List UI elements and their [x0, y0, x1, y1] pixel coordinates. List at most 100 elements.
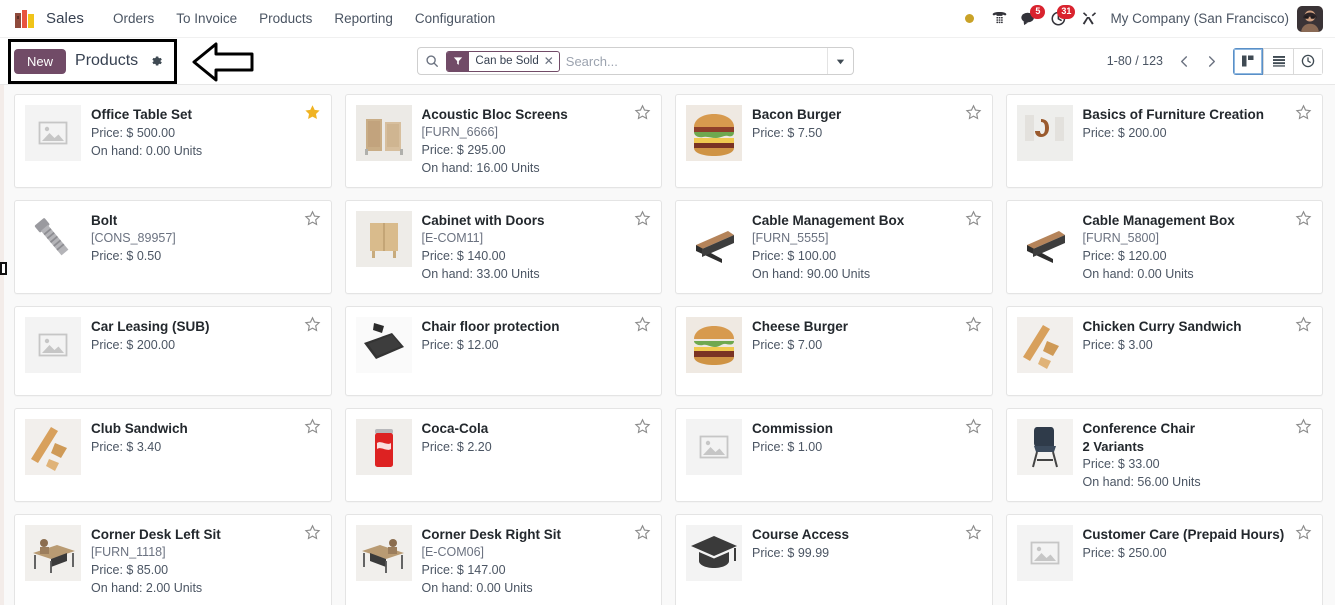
menu-to-invoice[interactable]: To Invoice	[165, 7, 248, 30]
product-info: Cable Management Box [FURN_5555] Price: …	[752, 211, 982, 283]
chevron-right-icon[interactable]	[1198, 48, 1225, 74]
phone-dialpad-icon[interactable]	[984, 4, 1014, 34]
product-name: Corner Desk Left Sit	[91, 527, 221, 542]
product-card[interactable]: Customer Care (Prepaid Hours) Price: $ 2…	[1005, 514, 1323, 605]
pager-range[interactable]: 1-80 / 123	[1107, 54, 1163, 68]
breadcrumb[interactable]: Products	[75, 52, 138, 70]
room-divider-screen	[355, 105, 412, 161]
product-price: Price: $ 2.20	[421, 440, 492, 454]
product-info: Corner Desk Left Sit [FURN_1118] Price: …	[91, 525, 321, 597]
chevron-down-icon[interactable]	[827, 48, 853, 74]
product-info: Coca-Cola Price: $ 2.20	[422, 419, 652, 491]
chair-photo	[1016, 419, 1073, 475]
close-icon[interactable]: ✕	[543, 55, 559, 67]
wrench-tools-icon[interactable]	[1074, 4, 1104, 34]
product-card[interactable]: Corner Desk Right Sit [E-COM06] Price: $…	[344, 514, 662, 605]
star-outline-icon[interactable]	[634, 316, 651, 337]
chevron-left-icon[interactable]	[1171, 48, 1198, 74]
sandwich-photo	[25, 419, 81, 475]
product-name: Course Access	[752, 527, 850, 542]
product-card[interactable]: Chicken Curry Sandwich Price: $ 3.00	[1005, 306, 1323, 396]
product-price: Price: $ 3.00	[1082, 338, 1153, 352]
product-onhand: On hand: 90.00 Units	[752, 267, 871, 281]
new-button[interactable]: New	[14, 48, 67, 74]
panel-toggle-handle[interactable]	[0, 262, 7, 275]
product-card[interactable]: Acoustic Bloc Screens [FURN_6666] Price:…	[344, 94, 662, 188]
product-code: [FURN_5555]	[752, 231, 829, 245]
view-list[interactable]	[1263, 47, 1293, 75]
company-name[interactable]: My Company (San Francisco)	[1110, 11, 1289, 26]
odoo-logo-icon[interactable]	[14, 9, 36, 29]
product-card[interactable]: Chair floor protection Price: $ 12.00	[344, 306, 662, 396]
product-card[interactable]: Cabinet with Doors [E-COM11] Price: $ 14…	[344, 200, 662, 294]
product-name: Cable Management Box	[752, 213, 905, 228]
star-outline-icon[interactable]	[634, 524, 651, 545]
star-outline-icon[interactable]	[634, 104, 651, 125]
view-activity[interactable]	[1293, 47, 1323, 75]
product-name: Commission	[752, 421, 834, 436]
star-outline-icon[interactable]	[965, 104, 982, 125]
product-card[interactable]: Club Sandwich Price: $ 3.40	[14, 408, 332, 502]
image-placeholder-icon	[686, 419, 742, 475]
product-price: Price: $ 295.00	[421, 143, 506, 157]
star-outline-icon[interactable]	[965, 210, 982, 231]
menu-products[interactable]: Products	[248, 7, 323, 30]
search-facet-can-be-sold[interactable]: Can be Sold ✕	[446, 50, 560, 72]
activities-count-badge: 31	[1057, 4, 1076, 19]
presence-status-icon[interactable]	[954, 4, 984, 34]
chat-bubble-icon[interactable]: 5	[1014, 4, 1046, 34]
star-outline-icon[interactable]	[304, 524, 321, 545]
star-outline-icon[interactable]	[304, 210, 321, 231]
control-panel: New Products Can be Sold ✕ Search... 1-8…	[0, 38, 1335, 85]
product-price: Price: $ 1.00	[752, 440, 823, 454]
menu-configuration[interactable]: Configuration	[404, 7, 506, 30]
product-code: [FURN_6666]	[421, 125, 498, 139]
product-info: Cable Management Box [FURN_5800] Price: …	[1083, 211, 1313, 283]
product-price: Price: $ 250.00	[1082, 546, 1167, 560]
product-name: Acoustic Bloc Screens	[421, 107, 568, 122]
product-card[interactable]: Corner Desk Left Sit [FURN_1118] Price: …	[14, 514, 332, 605]
product-onhand: On hand: 33.00 Units	[421, 267, 540, 281]
user-avatar[interactable]	[1297, 5, 1323, 32]
product-card[interactable]: Cable Management Box [FURN_5800] Price: …	[1005, 200, 1323, 294]
product-card[interactable]: Basics of Furniture Creation Price: $ 20…	[1005, 94, 1323, 188]
view-kanban[interactable]	[1233, 47, 1263, 75]
product-card[interactable]: Course Access Price: $ 99.99	[675, 514, 993, 605]
star-filled-icon[interactable]	[304, 104, 321, 125]
star-outline-icon[interactable]	[1295, 418, 1312, 439]
product-info: Bolt [CONS_89957] Price: $ 0.50	[91, 211, 321, 283]
star-outline-icon[interactable]	[634, 418, 651, 439]
product-card[interactable]: Coca-Cola Price: $ 2.20	[344, 408, 662, 502]
search-input[interactable]	[565, 48, 828, 74]
product-info: Chair floor protection Price: $ 12.00	[422, 317, 652, 385]
product-card[interactable]: Car Leasing (SUB) Price: $ 200.00	[14, 306, 332, 396]
star-outline-icon[interactable]	[634, 210, 651, 231]
product-price: Price: $ 120.00	[1082, 249, 1167, 263]
product-card[interactable]: Bolt [CONS_89957] Price: $ 0.50	[14, 200, 332, 294]
product-card[interactable]: Commission Price: $ 1.00	[675, 408, 993, 502]
product-price: Price: $ 200.00	[91, 338, 176, 352]
product-card[interactable]: Cable Management Box [FURN_5555] Price: …	[675, 200, 993, 294]
gear-icon[interactable]	[147, 53, 165, 69]
app-name[interactable]: Sales	[46, 10, 84, 27]
star-outline-icon[interactable]	[965, 418, 982, 439]
star-outline-icon[interactable]	[1295, 524, 1312, 545]
star-outline-icon[interactable]	[965, 316, 982, 337]
star-outline-icon[interactable]	[1295, 210, 1312, 231]
star-outline-icon[interactable]	[304, 316, 321, 337]
clock-activity-icon[interactable]: 31	[1044, 4, 1076, 34]
menu-orders[interactable]: Orders	[102, 7, 165, 30]
product-card[interactable]: Cheese Burger Price: $ 7.00	[675, 306, 993, 396]
search-bar[interactable]: Can be Sold ✕	[417, 47, 855, 75]
star-outline-icon[interactable]	[965, 524, 982, 545]
product-card[interactable]: Office Table Set Price: $ 500.00 On hand…	[14, 94, 332, 188]
product-card[interactable]: Conference Chair 2 Variants Price: $ 33.…	[1005, 408, 1323, 502]
star-outline-icon[interactable]	[304, 418, 321, 439]
product-name: Customer Care (Prepaid Hours)	[1082, 527, 1285, 542]
star-outline-icon[interactable]	[1295, 104, 1312, 125]
product-onhand: On hand: 56.00 Units	[1082, 475, 1201, 489]
control-panel-center: Can be Sold ✕	[165, 47, 1107, 75]
menu-reporting[interactable]: Reporting	[323, 7, 404, 30]
star-outline-icon[interactable]	[1295, 316, 1312, 337]
product-card[interactable]: Bacon Burger Price: $ 7.50	[675, 94, 993, 188]
